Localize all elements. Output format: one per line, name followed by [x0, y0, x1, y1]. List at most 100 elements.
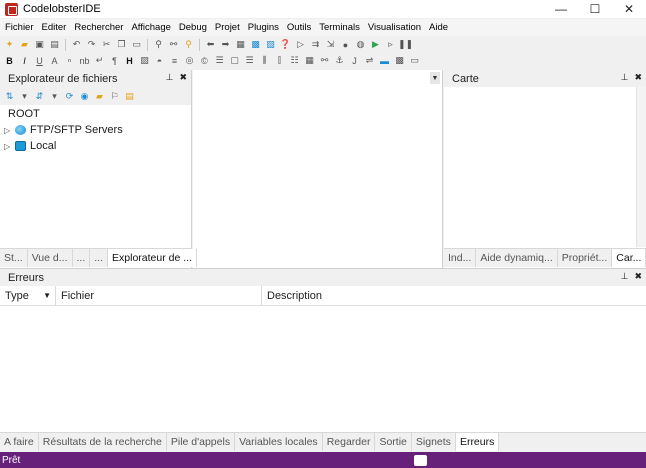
- textbox-icon[interactable]: ▬: [379, 55, 390, 66]
- sort-asc-icon[interactable]: ⇅: [4, 91, 15, 102]
- underline-icon[interactable]: U: [34, 55, 45, 66]
- undo-icon[interactable]: ↶: [71, 39, 82, 50]
- breakpoint-icon[interactable]: ●: [340, 39, 351, 50]
- dropdown-icon[interactable]: ▾: [19, 91, 30, 102]
- save-all-icon[interactable]: ▤: [49, 39, 60, 50]
- link-icon[interactable]: ⚯: [319, 55, 330, 66]
- frame-icon[interactable]: ▭: [409, 55, 420, 66]
- menu-editer[interactable]: Editer: [39, 22, 70, 33]
- column-type[interactable]: Type ▼: [0, 286, 56, 305]
- tab-index[interactable]: Ind...: [444, 249, 477, 267]
- save-icon[interactable]: ▣: [34, 39, 45, 50]
- tab-call-stack[interactable]: Pile d'appels: [167, 433, 236, 451]
- align-icon[interactable]: ≡: [169, 55, 180, 66]
- anchor-icon[interactable]: ⚓: [334, 55, 345, 66]
- editor-tabs-dropdown-icon[interactable]: ▼: [430, 72, 440, 84]
- menu-debug[interactable]: Debug: [176, 22, 210, 33]
- tab-search-results[interactable]: Résultats de la recherche: [39, 433, 167, 451]
- new-folder-icon[interactable]: ▰: [94, 91, 105, 102]
- pin-icon[interactable]: ⊥: [621, 72, 629, 83]
- menu-affichage[interactable]: Affichage: [128, 22, 173, 33]
- back-icon[interactable]: ⬅: [205, 39, 216, 50]
- find-in-files-icon[interactable]: ⚲: [183, 39, 194, 50]
- close-panel-icon[interactable]: ✖: [634, 271, 642, 282]
- tree-root[interactable]: ROOT: [0, 107, 191, 122]
- columns2-icon[interactable]: ⫿: [274, 55, 285, 66]
- editor-area[interactable]: ▼: [193, 70, 443, 268]
- help-icon[interactable]: ❓: [280, 39, 291, 50]
- char-icon[interactable]: ⁿ: [64, 55, 75, 66]
- filter-icon[interactable]: ⚐: [109, 91, 120, 102]
- sort-desc-icon[interactable]: ⇵: [34, 91, 45, 102]
- step-over-icon[interactable]: ⇉: [310, 39, 321, 50]
- step-into-icon[interactable]: ⇲: [325, 39, 336, 50]
- font-color-icon[interactable]: A: [49, 55, 60, 66]
- tab-structure[interactable]: St...: [0, 249, 28, 267]
- run-to-cursor-icon[interactable]: ▹: [385, 39, 396, 50]
- layout-icon[interactable]: ▩: [250, 39, 261, 50]
- columns-icon[interactable]: ⫼: [259, 55, 270, 66]
- bold-icon[interactable]: B: [4, 55, 15, 66]
- paste-icon[interactable]: ▭: [131, 39, 142, 50]
- redo-icon[interactable]: ↷: [86, 39, 97, 50]
- new-file-icon[interactable]: ✦: [4, 39, 15, 50]
- picture-icon[interactable]: ▩: [394, 55, 405, 66]
- copyright-icon[interactable]: ©: [199, 55, 210, 66]
- menu-visualisation[interactable]: Visualisation: [365, 22, 424, 33]
- script-icon[interactable]: J: [349, 55, 360, 66]
- forward-icon[interactable]: ➡: [220, 39, 231, 50]
- find-replace-icon[interactable]: ⚯: [168, 39, 179, 50]
- run-icon[interactable]: ▶: [370, 39, 381, 50]
- tab-file-explorer[interactable]: Explorateur de ...: [108, 249, 197, 267]
- tab-bookmarks[interactable]: Signets: [412, 433, 456, 451]
- menu-rechercher[interactable]: Rechercher: [71, 22, 126, 33]
- column-file[interactable]: Fichier: [56, 286, 262, 305]
- tree-node-ftp[interactable]: ▷ FTP/SFTP Servers: [0, 122, 191, 138]
- maximize-button[interactable]: ☐: [578, 0, 612, 18]
- line-break-icon[interactable]: ↵: [94, 55, 105, 66]
- tab-todo[interactable]: A faire: [0, 433, 39, 451]
- menu-plugins[interactable]: Plugins: [245, 22, 282, 33]
- center-icon[interactable]: ☰: [214, 55, 225, 66]
- list-icon[interactable]: ☰: [244, 55, 255, 66]
- tree-node-local[interactable]: ▷ Local: [0, 138, 191, 154]
- menu-projet[interactable]: Projet: [212, 22, 243, 33]
- minimize-button[interactable]: —: [544, 0, 578, 18]
- expand-arrow-icon[interactable]: ▷: [4, 126, 13, 135]
- open-folder-icon[interactable]: ▰: [19, 39, 30, 50]
- tab-local-variables[interactable]: Variables locales: [235, 433, 323, 451]
- dropdown-icon[interactable]: ▾: [49, 91, 60, 102]
- table-icon[interactable]: ▦: [304, 55, 315, 66]
- italic-icon[interactable]: I: [19, 55, 30, 66]
- pin-icon[interactable]: ⊥: [166, 72, 174, 83]
- bullets-icon[interactable]: ☷: [289, 55, 300, 66]
- nbsp-icon[interactable]: nb: [79, 55, 90, 66]
- tab-more-2[interactable]: ...: [90, 249, 109, 267]
- media-icon[interactable]: ◓: [154, 55, 165, 66]
- close-panel-icon[interactable]: ✖: [634, 72, 642, 83]
- menu-terminals[interactable]: Terminals: [316, 22, 363, 33]
- expand-arrow-icon[interactable]: ▷: [4, 142, 13, 151]
- tab-more-1[interactable]: ...: [73, 249, 91, 267]
- column-description[interactable]: Description: [262, 286, 646, 305]
- filter-dropdown-icon[interactable]: ▼: [43, 291, 51, 300]
- tab-errors[interactable]: Erreurs: [455, 433, 500, 451]
- menu-fichier[interactable]: Fichier: [2, 22, 37, 33]
- tab-dynamic-help[interactable]: Aide dynamiq...: [476, 249, 558, 267]
- carte-scrollbar[interactable]: [636, 87, 646, 247]
- tab-carte[interactable]: Car...: [612, 249, 646, 267]
- root-folder-icon[interactable]: ▤: [124, 91, 135, 102]
- pause-icon[interactable]: ❚❚: [398, 39, 413, 50]
- close-button[interactable]: ✕: [612, 0, 646, 18]
- refresh-icon[interactable]: ⟳: [64, 91, 75, 102]
- watch-icon[interactable]: ◍: [355, 39, 366, 50]
- cut-icon[interactable]: ✂: [101, 39, 112, 50]
- menu-aide[interactable]: Aide: [426, 22, 451, 33]
- tab-properties[interactable]: Propriét...: [558, 249, 613, 267]
- tab-output[interactable]: Sortie: [375, 433, 412, 451]
- heading-icon[interactable]: H: [124, 55, 135, 66]
- image-icon[interactable]: ▨: [139, 55, 150, 66]
- copy-icon[interactable]: ❐: [116, 39, 127, 50]
- comment-icon[interactable]: ◎: [184, 55, 195, 66]
- sync-icon[interactable]: ◉: [79, 91, 90, 102]
